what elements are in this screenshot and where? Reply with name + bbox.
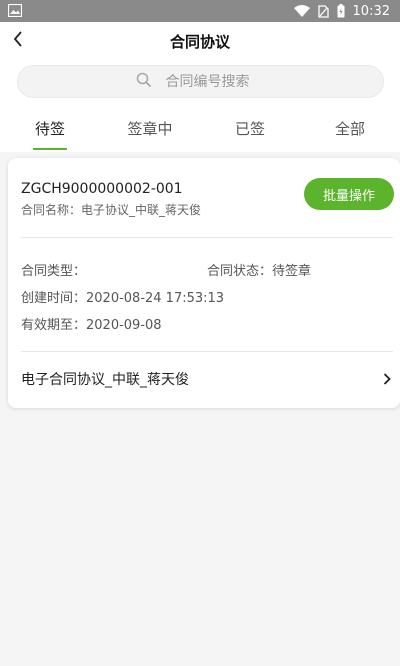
status-bar: 10:32 [0, 0, 400, 22]
tab-label: 全部 [334, 120, 365, 138]
page-title: 合同协议 [169, 33, 230, 51]
expiry-date: 有效期至：2020-09-08 [21, 318, 162, 333]
tab-label: 已签 [234, 120, 265, 138]
chevron-right-icon [383, 370, 391, 389]
tab-label: 签章中 [127, 120, 173, 138]
contract-card[interactable]: ZGCH9000000002-001 合同名称：电子协议_中联_蒋天俊 批量操作… [8, 158, 400, 408]
tab-all[interactable]: 全部 [300, 104, 400, 152]
status-time: 10:32 [352, 3, 390, 19]
no-sim-icon [317, 4, 329, 18]
header: 合同协议 [0, 22, 400, 62]
batch-operation-button[interactable]: 批量操作 [304, 178, 394, 210]
tab-bar: 待签 签章中 已签 全部 [0, 104, 400, 152]
tab-pending[interactable]: 待签 [0, 104, 100, 152]
search-input[interactable] [165, 73, 266, 90]
contract-name: 合同名称：电子协议_中联_蒋天俊 [21, 203, 202, 217]
image-icon [8, 4, 22, 17]
tab-signing[interactable]: 签章中 [100, 104, 200, 152]
contract-title: 电子合同协议_中联_蒋天俊 [21, 372, 189, 388]
divider [21, 351, 393, 352]
created-time: 创建时间：2020-08-24 17:53:13 [21, 291, 225, 306]
divider [21, 237, 393, 238]
contract-type: 合同类型： [21, 264, 87, 279]
status-icons: 10:32 [293, 0, 390, 22]
tab-label: 待签 [34, 120, 65, 138]
tab-signed[interactable]: 已签 [200, 104, 300, 152]
contract-number: ZGCH9000000002-001 [21, 181, 183, 197]
wifi-icon [293, 5, 310, 17]
search-icon [136, 72, 152, 92]
search-box[interactable] [17, 65, 384, 98]
contract-status: 合同状态：待签章 [207, 264, 312, 279]
contract-detail-link[interactable]: 电子合同协议_中联_蒋天俊 [21, 369, 391, 389]
search-bar [0, 62, 400, 104]
battery-icon [337, 4, 345, 18]
